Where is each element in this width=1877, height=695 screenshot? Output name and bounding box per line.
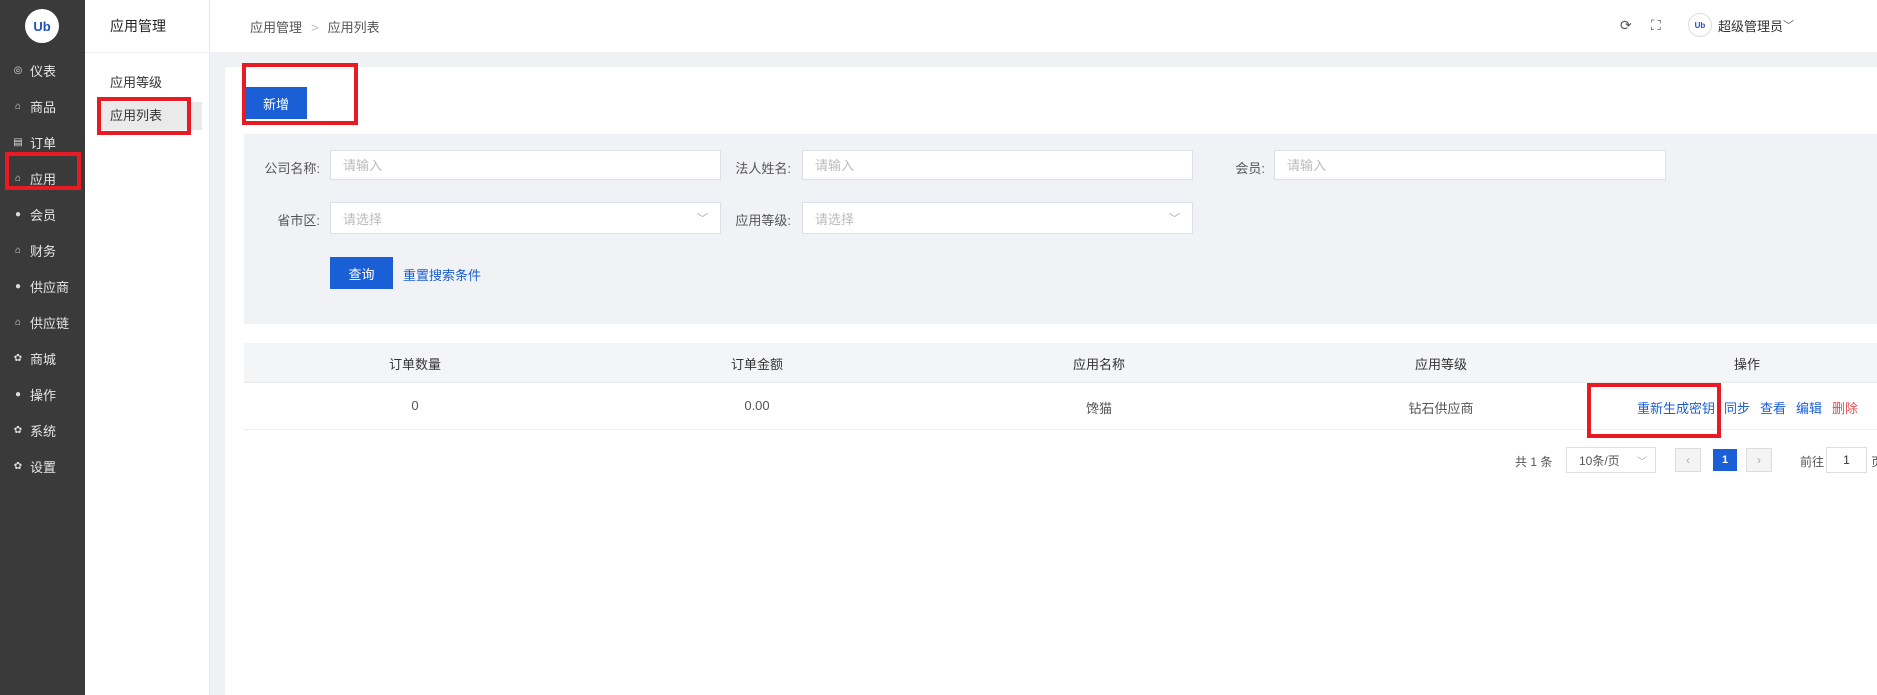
bag-icon: ⌂ [14, 316, 22, 328]
top-header: 应用管理 > 应用列表 ⟳ ⛶ Ub 超级管理员 ﹀ [210, 0, 1877, 52]
breadcrumb-current: 应用列表 [327, 20, 380, 35]
sync-button[interactable]: 同步 [1724, 398, 1750, 417]
page-size-select[interactable]: 10条/页 ﹀ [1566, 447, 1656, 473]
submenu-item-app-level[interactable]: 应用等级 [110, 72, 162, 91]
edit-button[interactable]: 编辑 [1796, 398, 1822, 417]
brand-logo[interactable]: Ub [25, 9, 59, 43]
sidebar-item-finance[interactable]: ⌂ 财务 [12, 238, 56, 262]
sidebar-item-label: 应用 [30, 171, 57, 187]
fullscreen-icon[interactable]: ⛶ [1651, 17, 1661, 34]
region-label: 省市区: [277, 213, 320, 228]
app-level-cell: 钻石供应商 [1408, 401, 1474, 416]
member-label: 会员: [1235, 161, 1265, 176]
breadcrumb-separator-icon: > [311, 20, 319, 35]
submenu-title: 应用管理 [110, 18, 166, 34]
table-header: 订单数量 订单金额 应用名称 应用等级 操作 [244, 343, 1877, 383]
legal-person-input[interactable] [802, 150, 1193, 180]
sidebar-item-members[interactable]: ● 会员 [12, 202, 56, 226]
sub-sidebar: 应用管理 应用等级 应用列表 [85, 0, 210, 695]
main-sidebar: Ub ◎ 仪表 ⌂ 商品 ▤ 订单 ⌂ 应用 ● 会员 ⌂ 财务 ● 供应商 ⌂… [0, 0, 85, 695]
goto-page-input[interactable] [1826, 447, 1867, 473]
bag-icon: ⌂ [14, 244, 22, 256]
avatar: Ub [1688, 13, 1712, 37]
user-icon: ● [14, 208, 22, 220]
sidebar-item-apps[interactable]: ⌂ 应用 [12, 166, 56, 190]
user-menu[interactable]: Ub 超级管理员 ﹀ [1688, 13, 1794, 37]
sidebar-item-system[interactable]: ✿ 系统 [12, 418, 56, 442]
query-button[interactable]: 查询 [330, 257, 393, 289]
sidebar-item-dashboard[interactable]: ◎ 仪表 [12, 58, 56, 82]
sidebar-item-label: 财务 [30, 243, 57, 259]
column-header: 应用名称 [1072, 357, 1125, 372]
page-size-value: 10条/页 [1579, 453, 1620, 468]
app-name-cell: 馋猫 [1085, 401, 1112, 416]
company-name-input[interactable] [330, 150, 721, 180]
dashboard-icon: ◎ [13, 64, 23, 76]
app-level-select[interactable]: 请选择 ﹀ [802, 202, 1193, 234]
chevron-down-icon: ﹀ [1783, 20, 1795, 32]
sidebar-item-label: 会员 [30, 207, 57, 223]
goto-label: 前往 [1800, 455, 1825, 469]
submenu-divider [85, 52, 209, 53]
app-level-label: 应用等级: [735, 213, 791, 228]
sidebar-item-settings[interactable]: ✿ 设置 [12, 454, 56, 478]
region-select[interactable]: 请选择 ﹀ [330, 202, 721, 234]
user-icon: ● [14, 388, 22, 400]
member-input[interactable] [1274, 150, 1666, 180]
user-name: 超级管理员 [1718, 18, 1784, 34]
sidebar-item-label: 订单 [30, 135, 57, 151]
view-button[interactable]: 查看 [1760, 398, 1786, 417]
bag-icon: ⌂ [14, 100, 22, 112]
company-name-label: 公司名称: [264, 161, 320, 176]
clipboard-icon: ▤ [13, 136, 23, 148]
sidebar-item-orders[interactable]: ▤ 订单 [12, 130, 56, 154]
pagination-total: 共 1 条 [1515, 455, 1553, 469]
app-level-placeholder: 请选择 [815, 211, 855, 227]
sidebar-item-suppliers[interactable]: ● 供应商 [12, 274, 69, 298]
order-count-cell: 0 [411, 398, 419, 413]
bag-icon: ⌂ [14, 172, 22, 184]
page-suffix-label: 页 [1871, 453, 1877, 470]
sidebar-item-products[interactable]: ⌂ 商品 [12, 94, 56, 118]
sidebar-item-label: 设置 [30, 459, 57, 475]
region-placeholder: 请选择 [343, 211, 383, 227]
gear-icon: ✿ [13, 460, 23, 472]
sidebar-item-label: 操作 [30, 387, 57, 403]
sidebar-item-label: 仪表 [30, 63, 57, 79]
sidebar-item-label: 商品 [30, 99, 57, 115]
chevron-down-icon: ﹀ [697, 213, 708, 225]
sidebar-item-label: 系统 [30, 423, 57, 439]
gear-icon: ✿ [13, 352, 23, 364]
sidebar-item-supply-chain[interactable]: ⌂ 供应链 [12, 310, 69, 334]
gear-icon: ✿ [13, 424, 23, 436]
user-icon: ● [14, 280, 22, 292]
chevron-down-icon: ﹀ [1637, 456, 1647, 468]
table-row: 0 0.00 馋猫 钻石供应商 重新生成密钥 同步 查看 编辑 删除 [244, 383, 1877, 430]
regenerate-key-button[interactable]: 重新生成密钥 [1637, 398, 1715, 417]
current-page-button[interactable]: 1 [1713, 449, 1737, 471]
legal-person-label: 法人姓名: [735, 161, 791, 176]
delete-button[interactable]: 删除 [1832, 398, 1858, 417]
submenu-item-app-list[interactable]: 应用列表 [99, 102, 202, 130]
chevron-down-icon: ﹀ [1169, 213, 1180, 225]
next-page-button[interactable]: › [1746, 448, 1772, 472]
refresh-icon[interactable]: ⟳ [1620, 17, 1632, 34]
reset-filters-link[interactable]: 重置搜索条件 [403, 265, 481, 284]
column-header: 操作 [1733, 357, 1760, 372]
order-amount-cell: 0.00 [744, 398, 770, 413]
add-button[interactable]: 新增 [245, 87, 307, 119]
sidebar-item-label: 供应商 [30, 279, 70, 295]
column-header: 订单金额 [730, 357, 783, 372]
sidebar-item-label: 供应链 [30, 315, 70, 331]
breadcrumb: 应用管理 > 应用列表 [250, 17, 380, 36]
sidebar-item-operations[interactable]: ● 操作 [12, 382, 56, 406]
prev-page-button[interactable]: ‹ [1675, 448, 1701, 472]
sidebar-item-mall[interactable]: ✿ 商城 [12, 346, 56, 370]
sidebar-item-label: 商城 [30, 351, 57, 367]
column-header: 应用等级 [1414, 357, 1467, 372]
breadcrumb-item[interactable]: 应用管理 [250, 20, 302, 35]
column-header: 订单数量 [388, 357, 441, 372]
